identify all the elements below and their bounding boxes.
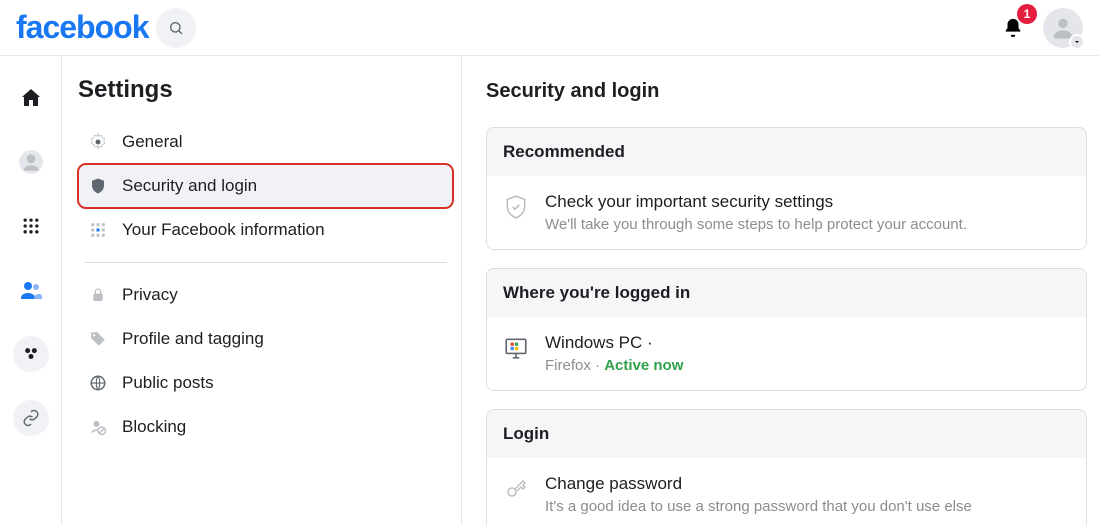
main-title: Security and login bbox=[486, 80, 1087, 103]
active-status: Active now bbox=[604, 357, 683, 374]
search-icon bbox=[168, 20, 184, 36]
left-rail bbox=[0, 56, 62, 525]
notification-badge: 1 bbox=[1017, 4, 1037, 24]
sidebar-item-label: General bbox=[122, 132, 182, 152]
page-title: Settings bbox=[78, 76, 453, 104]
settings-sidebar: Settings General Security and login Your… bbox=[62, 56, 462, 525]
session-device: Windows PC · bbox=[545, 333, 683, 353]
rail-grid[interactable] bbox=[13, 208, 49, 244]
sidebar-divider bbox=[84, 262, 447, 263]
rail-profile[interactable] bbox=[13, 144, 49, 180]
sidebar-item-your-info[interactable]: Your Facebook information bbox=[78, 208, 453, 252]
rail-link[interactable] bbox=[13, 400, 49, 436]
main-panel: Security and login Recommended Check you… bbox=[462, 56, 1099, 525]
block-icon bbox=[88, 417, 108, 437]
rail-home[interactable] bbox=[13, 80, 49, 116]
sidebar-item-security[interactable]: Security and login bbox=[78, 164, 453, 208]
card-header: Recommended bbox=[487, 128, 1086, 176]
row-text: Change password It's a good idea to use … bbox=[545, 474, 972, 515]
login-card: Login Change password It's a good idea t… bbox=[486, 409, 1087, 525]
facebook-logo[interactable]: facebook bbox=[16, 9, 148, 46]
session-row[interactable]: Windows PC · Firefox · Active now bbox=[487, 317, 1086, 390]
sidebar-item-label: Profile and tagging bbox=[122, 329, 264, 349]
row-subtitle: It's a good idea to use a strong passwor… bbox=[545, 498, 972, 515]
grid-icon bbox=[21, 216, 41, 236]
change-password-row[interactable]: Change password It's a good idea to use … bbox=[487, 458, 1086, 525]
gear-icon bbox=[88, 132, 108, 152]
row-subtitle: We'll take you through some steps to hel… bbox=[545, 216, 967, 233]
sidebar-item-profile-tagging[interactable]: Profile and tagging bbox=[78, 317, 453, 361]
row-title: Change password bbox=[545, 474, 972, 494]
card-header: Where you're logged in bbox=[487, 269, 1086, 317]
session-browser: Firefox · Active now bbox=[545, 357, 683, 374]
card-header: Login bbox=[487, 410, 1086, 458]
chevron-down-icon bbox=[1069, 34, 1085, 50]
link-icon bbox=[22, 409, 40, 427]
sidebar-item-label: Blocking bbox=[122, 417, 186, 437]
row-title: Check your important security settings bbox=[545, 192, 967, 212]
lock-icon bbox=[88, 285, 108, 305]
sidebar-item-public-posts[interactable]: Public posts bbox=[78, 361, 453, 405]
group-icon bbox=[21, 344, 41, 364]
sidebar-group: General Security and login Your Facebook… bbox=[78, 120, 453, 449]
content-area: Settings General Security and login Your… bbox=[0, 56, 1099, 525]
sidebar-item-label: Your Facebook information bbox=[122, 220, 325, 240]
sidebar-item-general[interactable]: General bbox=[78, 120, 453, 164]
sidebar-item-label: Public posts bbox=[122, 373, 214, 393]
monitor-icon bbox=[503, 335, 529, 361]
sidebar-item-label: Privacy bbox=[122, 285, 178, 305]
header-right: 1 bbox=[993, 8, 1083, 48]
people-icon bbox=[19, 278, 43, 302]
row-text: Check your important security settings W… bbox=[545, 192, 967, 233]
home-icon bbox=[19, 86, 43, 110]
sidebar-item-label: Security and login bbox=[122, 176, 257, 196]
key-icon bbox=[503, 476, 529, 502]
rail-friends[interactable] bbox=[13, 272, 49, 308]
account-menu[interactable] bbox=[1043, 8, 1083, 48]
sidebar-item-blocking[interactable]: Blocking bbox=[78, 405, 453, 449]
sidebar-item-privacy[interactable]: Privacy bbox=[78, 273, 453, 317]
tag-icon bbox=[88, 329, 108, 349]
info-grid-icon bbox=[88, 220, 108, 240]
shield-check-icon bbox=[503, 194, 529, 220]
recommended-card: Recommended Check your important securit… bbox=[486, 127, 1087, 250]
row-text: Windows PC · Firefox · Active now bbox=[545, 333, 683, 374]
rail-groups[interactable] bbox=[13, 336, 49, 372]
notifications-button[interactable]: 1 bbox=[993, 8, 1033, 48]
search-button[interactable] bbox=[156, 8, 196, 48]
header-left: facebook bbox=[16, 8, 196, 48]
top-header: facebook 1 bbox=[0, 0, 1099, 56]
globe-icon bbox=[88, 373, 108, 393]
shield-icon bbox=[88, 176, 108, 196]
profile-icon bbox=[18, 149, 44, 175]
check-security-row[interactable]: Check your important security settings W… bbox=[487, 176, 1086, 249]
where-logged-in-card: Where you're logged in Windows PC · Fire… bbox=[486, 268, 1087, 391]
